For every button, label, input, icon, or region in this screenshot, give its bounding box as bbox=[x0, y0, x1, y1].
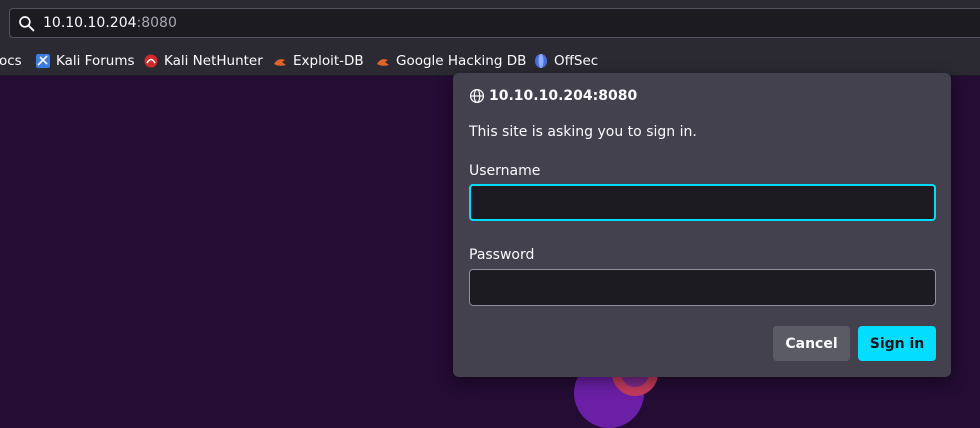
exploit-db-icon bbox=[274, 59, 286, 66]
bookmarks-bar: ocs Kali Forums Kali NetHunter Exploit-D… bbox=[0, 46, 980, 76]
search-icon bbox=[19, 16, 35, 32]
url-port: :8080 bbox=[136, 15, 177, 31]
sign-in-button[interactable]: Sign in bbox=[858, 326, 936, 361]
bookmark-kali-nethunter[interactable]: Kali NetHunter bbox=[143, 52, 263, 70]
bookmark-kali-forums[interactable]: Kali Forums bbox=[35, 52, 135, 70]
bookmark-label: OffSec bbox=[554, 53, 599, 69]
kali-nethunter-icon bbox=[144, 54, 158, 68]
bookmark-docs[interactable]: ocs bbox=[0, 52, 22, 70]
dialog-header: 10.10.10.204:8080 bbox=[469, 87, 637, 105]
bookmark-offsec[interactable]: OffSec bbox=[533, 52, 598, 70]
address-bar[interactable]: 10.10.10.204:8080 bbox=[9, 8, 980, 38]
password-field[interactable] bbox=[469, 269, 936, 306]
bookmark-label: Exploit-DB bbox=[293, 53, 364, 69]
bookmark-label: ocs bbox=[0, 53, 22, 69]
dialog-message: This site is asking you to sign in. bbox=[469, 124, 697, 140]
globe-icon bbox=[469, 88, 485, 104]
sign-in-dialog: 10.10.10.204:8080 This site is asking yo… bbox=[453, 73, 951, 377]
bookmark-label: Kali NetHunter bbox=[164, 53, 263, 69]
url-host: 10.10.10.204 bbox=[43, 15, 137, 31]
password-label: Password bbox=[469, 247, 535, 263]
kali-forums-icon bbox=[36, 54, 50, 68]
dialog-site: 10.10.10.204:8080 bbox=[489, 88, 638, 104]
username-label: Username bbox=[469, 163, 541, 179]
offsec-icon bbox=[535, 54, 547, 68]
bookmark-exploit-db[interactable]: Exploit-DB bbox=[272, 52, 364, 70]
browser-toolbar: 10.10.10.204:8080 bbox=[0, 0, 980, 46]
cancel-button[interactable]: Cancel bbox=[773, 326, 850, 361]
bookmark-google-hacking-db[interactable]: Google Hacking DB bbox=[375, 52, 526, 70]
exploit-db-icon bbox=[377, 59, 389, 66]
url-text[interactable]: 10.10.10.204:8080 bbox=[43, 15, 177, 32]
bookmark-label: Google Hacking DB bbox=[396, 53, 527, 69]
username-field[interactable] bbox=[469, 184, 936, 221]
bookmark-label: Kali Forums bbox=[56, 53, 135, 69]
